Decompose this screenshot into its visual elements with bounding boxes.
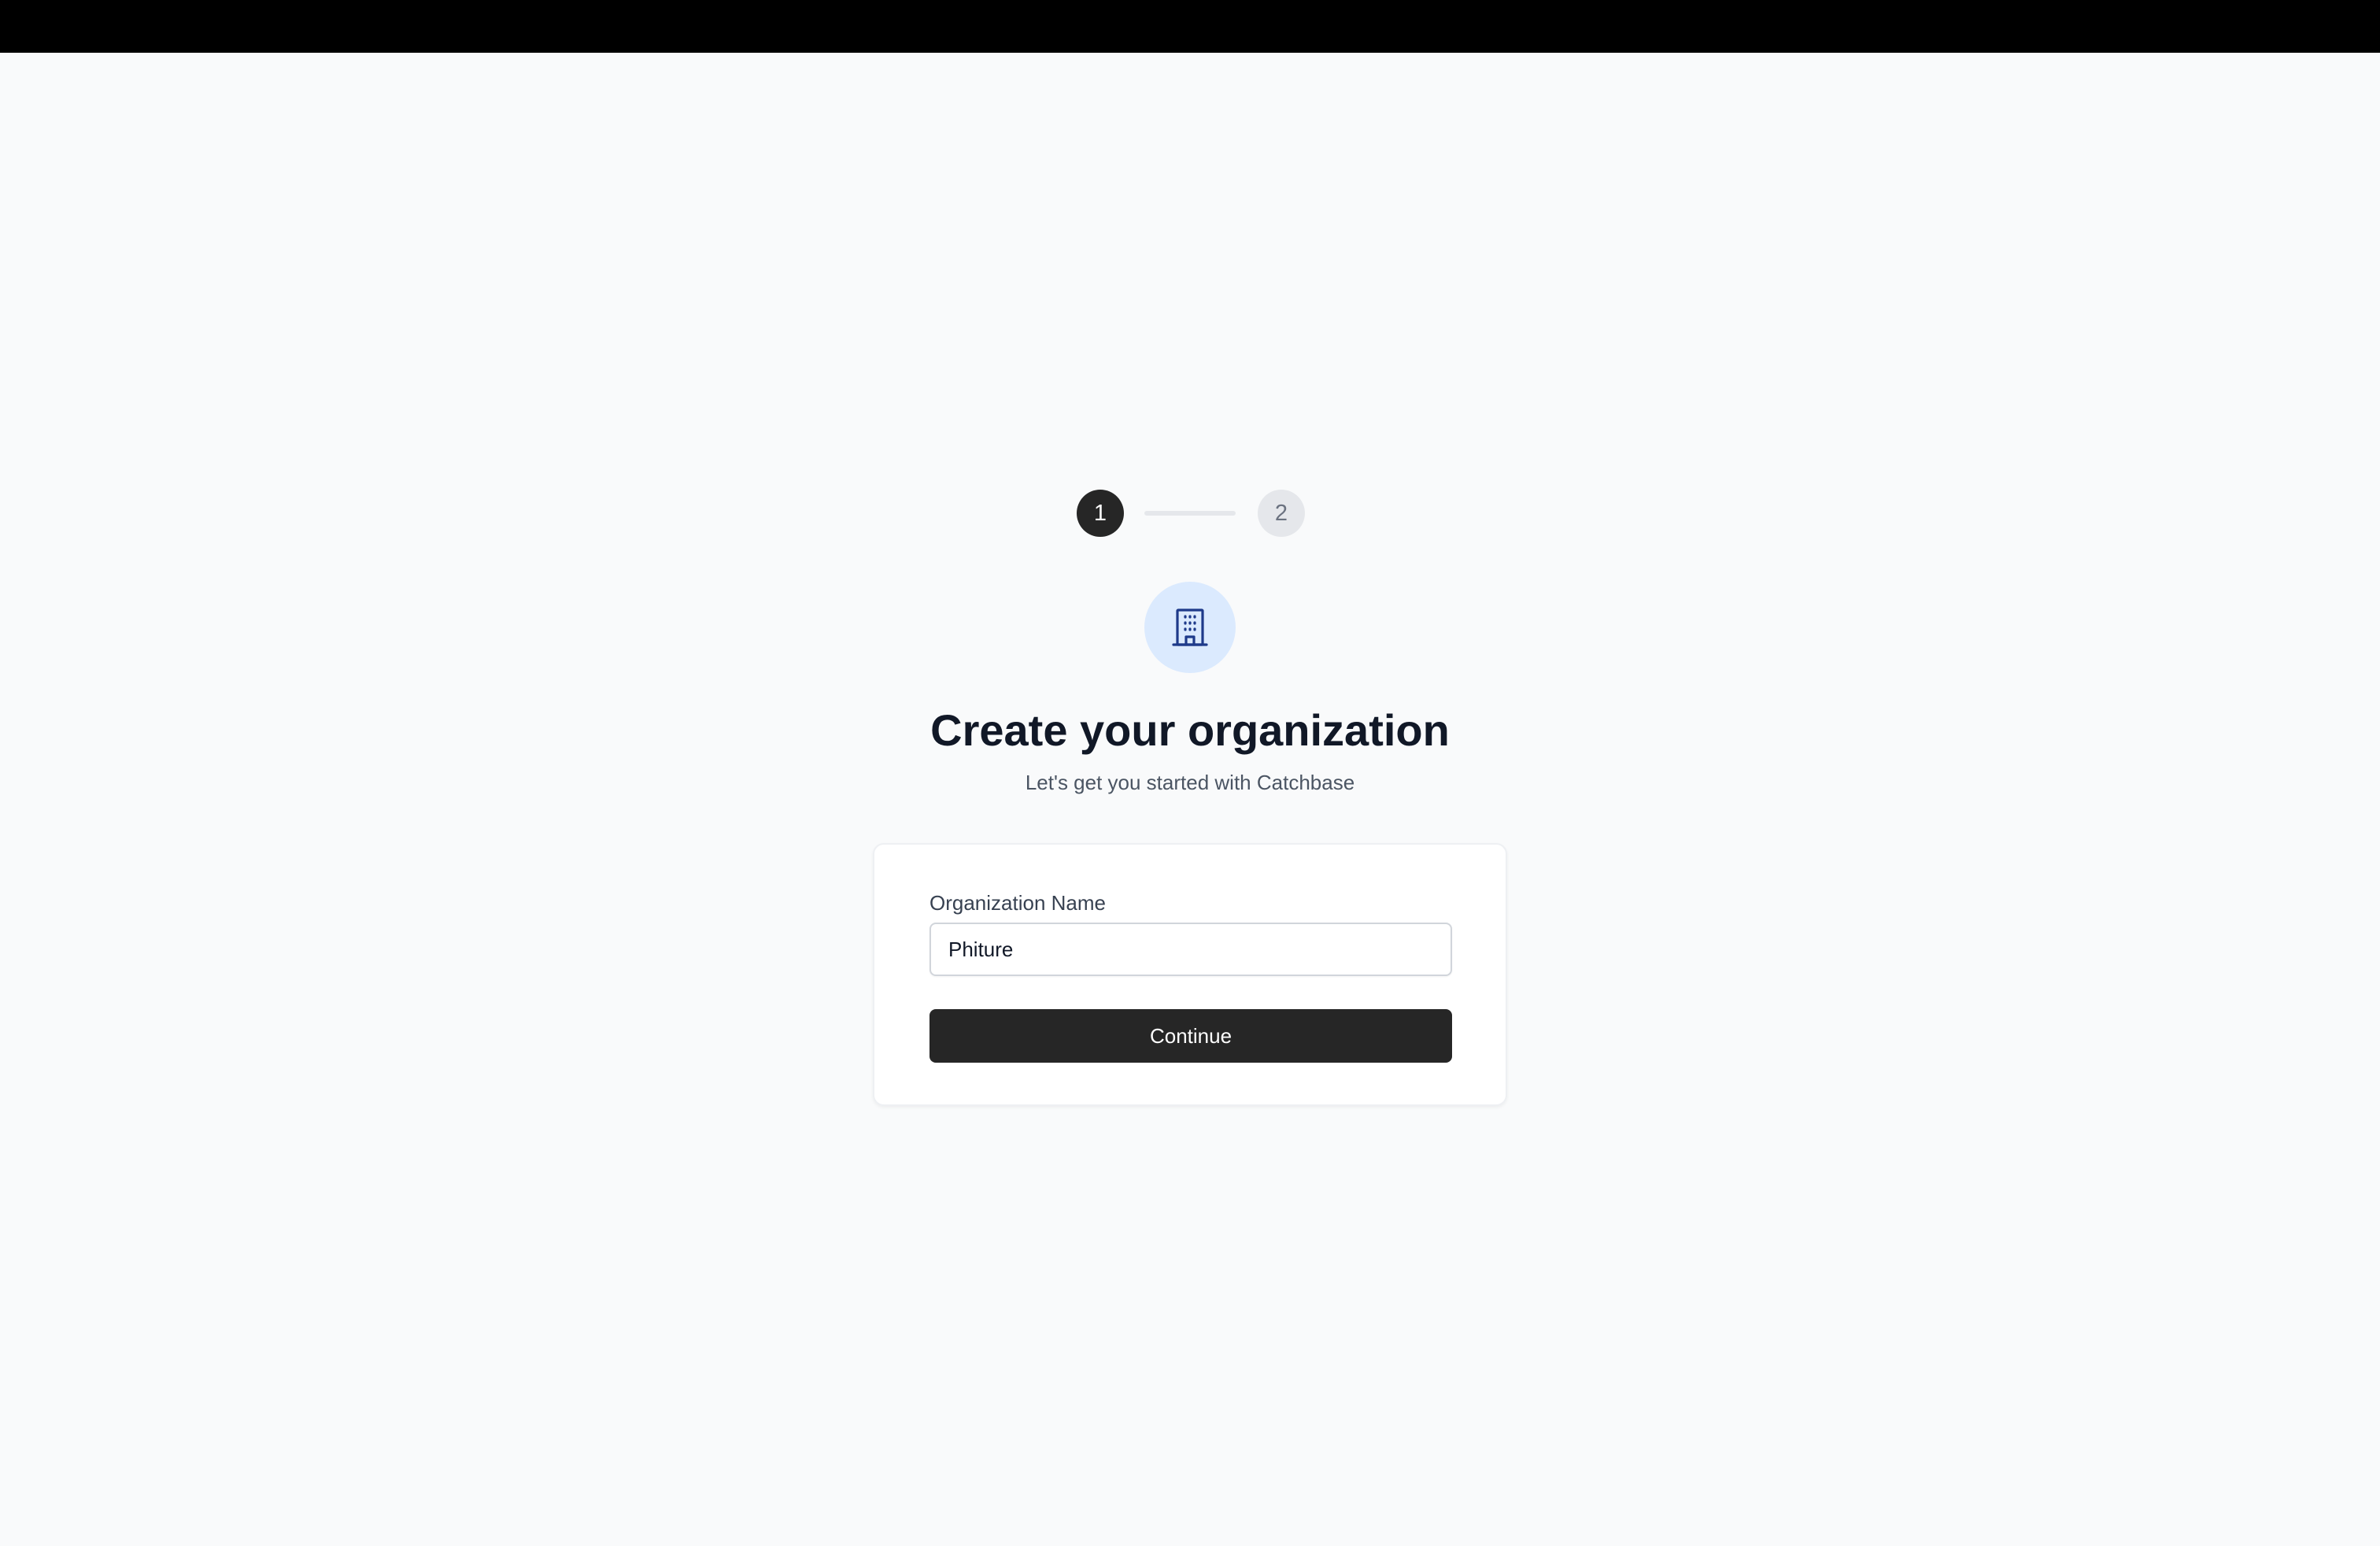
step-1-indicator: 1 xyxy=(1077,490,1124,537)
step-2-indicator: 2 xyxy=(1258,490,1305,537)
page-subtitle: Let's get you started with Catchbase xyxy=(1025,771,1355,794)
organization-name-input[interactable] xyxy=(929,923,1452,976)
top-bar xyxy=(0,0,2380,53)
organization-form-card: Organization Name Continue xyxy=(873,843,1507,1106)
organization-name-label: Organization Name xyxy=(929,891,1106,915)
building-icon xyxy=(1172,608,1208,646)
continue-button[interactable]: Continue xyxy=(929,1009,1452,1063)
organization-icon-container xyxy=(1144,582,1236,673)
step-connector xyxy=(1144,511,1236,516)
stepper: 1 2 xyxy=(1077,490,1305,537)
page-title: Create your organization xyxy=(930,705,1450,755)
